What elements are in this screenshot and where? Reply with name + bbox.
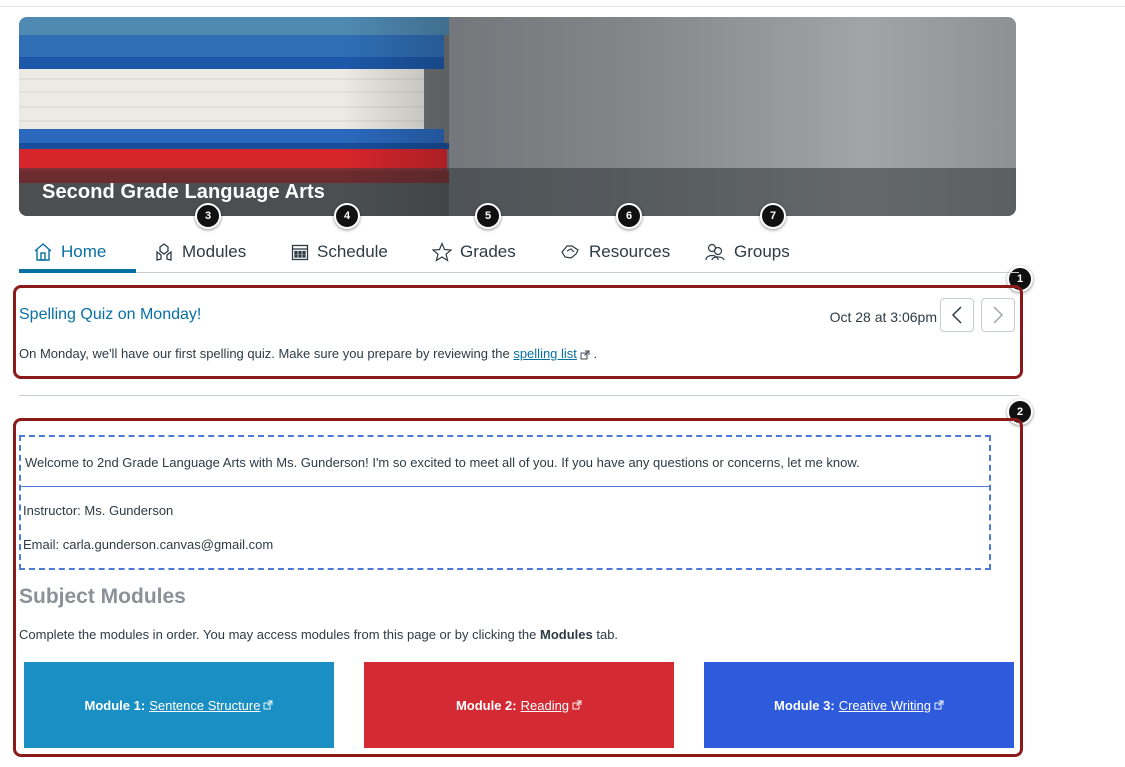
subject-desc-prefix: Complete the modules in order. You may a… <box>19 627 540 642</box>
tab-resources-label: Resources <box>589 242 671 261</box>
calendar-icon <box>291 244 309 261</box>
course-nav-tabs: Home Modules Schedule Grades Resources G… <box>19 232 1019 273</box>
announcement-body: On Monday, we'll have our first spelling… <box>19 346 597 361</box>
callout-badge-6: 6 <box>616 203 642 229</box>
previous-announcement-button[interactable] <box>940 298 974 332</box>
tab-grades[interactable]: Grades <box>432 232 516 272</box>
star-icon <box>432 242 452 262</box>
tab-home[interactable]: Home <box>33 232 106 272</box>
tab-groups[interactable]: Groups <box>704 232 790 272</box>
instructor-email: Email: carla.gunderson.canvas@gmail.com <box>23 537 274 552</box>
announcement-body-suffix: . <box>593 346 598 361</box>
module-card-2[interactable]: Module 2: Reading <box>364 662 674 748</box>
tab-resources[interactable]: Resources <box>559 232 670 272</box>
subject-desc-bold: Modules <box>540 627 593 642</box>
announcement-date: Oct 28 at 3:06pm <box>829 309 937 325</box>
course-hero-banner: Second Grade Language Arts <box>19 17 1016 216</box>
callout-badge-7: 7 <box>760 203 786 229</box>
module-3-link[interactable]: Creative Writing <box>839 698 931 713</box>
chevron-left-icon <box>951 306 962 324</box>
module-2-prefix: Module 2: <box>455 697 517 713</box>
external-link-icon <box>572 700 582 710</box>
tab-modules[interactable]: Modules <box>154 232 246 272</box>
active-tab-indicator <box>19 269 136 273</box>
welcome-divider <box>21 486 989 487</box>
tab-grades-label: Grades <box>460 242 516 261</box>
tab-schedule-label: Schedule <box>317 242 388 261</box>
callout-badge-5: 5 <box>475 203 501 229</box>
welcome-message: Welcome to 2nd Grade Language Arts with … <box>25 455 860 470</box>
spelling-list-link[interactable]: spelling list <box>513 346 577 361</box>
welcome-box: Welcome to 2nd Grade Language Arts with … <box>19 435 991 570</box>
instructor-name: Instructor: Ms. Gunderson <box>23 503 174 518</box>
callout-badge-3: 3 <box>195 203 221 229</box>
home-icon <box>34 243 52 261</box>
external-link-icon <box>580 350 590 360</box>
announcement-body-text: On Monday, we'll have our first spelling… <box>19 346 514 361</box>
announcement-title[interactable]: Spelling Quiz on Monday! <box>19 306 201 324</box>
module-3-prefix: Module 3: <box>774 697 835 713</box>
announcement-highlight-box <box>13 285 1023 379</box>
module-2-link[interactable]: Reading <box>521 698 569 713</box>
modules-icon <box>156 243 172 261</box>
external-link-icon <box>264 700 273 710</box>
subject-modules-description: Complete the modules in order. You may a… <box>19 627 618 642</box>
callout-badge-4: 4 <box>334 203 360 229</box>
module-card-1[interactable]: Module 1: Sentence Structure <box>24 662 334 748</box>
tab-home-label: Home <box>61 242 107 261</box>
course-title: Second Grade Language Arts <box>42 181 326 203</box>
tab-groups-label: Groups <box>734 242 790 261</box>
groups-icon <box>705 243 725 261</box>
module-card-3[interactable]: Module 3: Creative Writing <box>704 662 1014 748</box>
tab-schedule[interactable]: Schedule <box>291 232 388 272</box>
resources-icon <box>561 245 579 259</box>
tab-modules-label: Modules <box>182 242 247 261</box>
module-1-link[interactable]: Sentence Structure <box>149 698 260 713</box>
module-1-prefix: Module 1: <box>84 697 146 713</box>
chevron-right-icon <box>993 306 1004 324</box>
subject-desc-suffix: tab. <box>592 627 619 642</box>
next-announcement-button[interactable] <box>981 298 1015 332</box>
section-divider <box>19 395 1019 396</box>
subject-modules-heading: Subject Modules <box>19 585 186 608</box>
top-rule <box>0 6 1125 7</box>
external-link-icon <box>934 700 944 710</box>
